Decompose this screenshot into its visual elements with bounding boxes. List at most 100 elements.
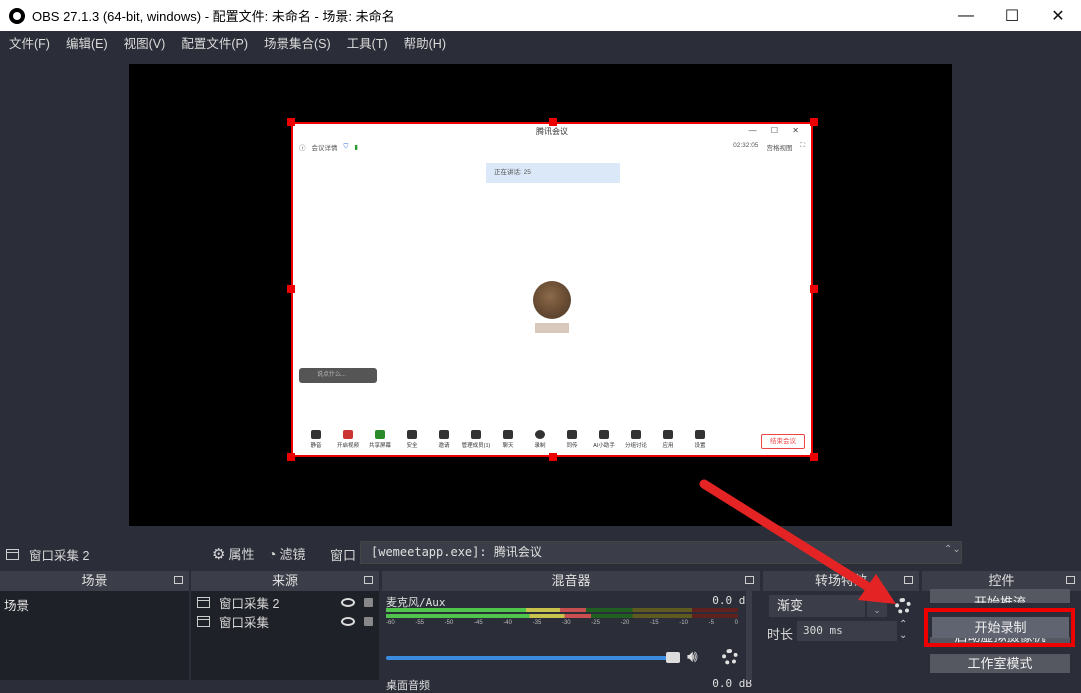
- breakout-tool: 分组讨论: [621, 430, 651, 449]
- apps-tool: 应用: [653, 430, 683, 449]
- speaker-icon[interactable]: 🔊︎: [687, 647, 698, 667]
- window-capture-icon: [197, 615, 210, 627]
- scenes-title: 场景: [81, 573, 108, 588]
- tick-label: -30: [561, 620, 571, 626]
- resize-handle[interactable]: [549, 453, 557, 461]
- mixer-scrollbar[interactable]: [746, 591, 752, 680]
- menu-view[interactable]: 视图(V): [124, 33, 166, 52]
- maximize-button[interactable]: ☐: [989, 0, 1035, 31]
- tool-label: 静音: [310, 443, 322, 449]
- duration-input[interactable]: 300 ms: [797, 621, 897, 641]
- visibility-eye-icon[interactable]: [341, 616, 355, 626]
- resize-handle[interactable]: [810, 118, 818, 126]
- mic-volume-slider[interactable]: [386, 656, 676, 660]
- tool-label: 录制: [534, 443, 546, 449]
- record-tool: 录制: [525, 430, 555, 449]
- duration-label: 时长: [767, 627, 794, 642]
- transition-select[interactable]: 渐变: [769, 595, 865, 617]
- meeting-window-title: 腾讯会议: [536, 127, 568, 136]
- resize-handle[interactable]: [287, 285, 295, 293]
- window-title: OBS 27.1.3 (64-bit, windows) - 配置文件: 未命名…: [32, 9, 395, 24]
- studio-mode-button[interactable]: 工作室模式: [930, 654, 1070, 673]
- dock-icon[interactable]: [904, 576, 913, 584]
- source-item[interactable]: 窗口采集: [197, 612, 377, 630]
- filter-icon: ◔: [268, 545, 277, 562]
- transitions-body: 渐变 ⌃ ⌄ 时长 300 ms ⌃ ⌄: [763, 591, 919, 680]
- dock-icon[interactable]: [364, 576, 373, 584]
- minimize-button[interactable]: —: [943, 0, 989, 31]
- source-item[interactable]: 窗口采集 2: [197, 593, 377, 611]
- mute-tool: 静音: [301, 430, 331, 449]
- dock-icon[interactable]: [1066, 576, 1075, 584]
- security-tool: 安全: [397, 430, 427, 449]
- tick-label: 0: [734, 620, 738, 626]
- chat-tool: 聊天: [493, 430, 523, 449]
- source-toolbar: 窗口采集 2 ⚙ 属性 ◔ 滤镜 窗口 [wemeetapp.exe]: 腾讯会…: [0, 538, 1081, 568]
- tool-label: 管理成员(1): [461, 443, 491, 449]
- meeting-top-right: 02:32:05 宫格视图 ⛶: [733, 142, 805, 152]
- mixer-header: 混音器: [382, 571, 760, 591]
- start-streaming-button[interactable]: 开始推流: [930, 589, 1070, 603]
- resize-handle[interactable]: [549, 118, 557, 126]
- scenes-header: 场景: [0, 571, 189, 591]
- sources-header: 来源: [191, 571, 379, 591]
- menu-tools[interactable]: 工具(T): [347, 33, 388, 52]
- obs-logo-icon: [9, 7, 25, 24]
- members-icon: [471, 430, 481, 439]
- captured-source-window[interactable]: 腾讯会议 — ☐ ✕ ⓘ 会议详情 ⛉ ▮ 02:32:05 宫格视图 ⛶ 正在…: [291, 122, 813, 457]
- dock-icon[interactable]: [745, 576, 754, 584]
- resize-handle[interactable]: [287, 453, 295, 461]
- gear-icon[interactable]: [722, 649, 738, 665]
- lock-icon[interactable]: [364, 616, 373, 626]
- title-bar: OBS 27.1.3 (64-bit, windows) - 配置文件: 未命名…: [0, 0, 1081, 31]
- duration-stepper-icon[interactable]: ⌃ ⌄: [899, 619, 907, 641]
- participant-avatar: [533, 281, 571, 319]
- record-icon: [535, 430, 545, 439]
- transition-select-arrows[interactable]: ⌃ ⌄: [867, 595, 887, 617]
- tool-label: 共享屏幕: [368, 443, 391, 449]
- dock-icon[interactable]: [174, 576, 183, 584]
- gear-icon[interactable]: [895, 598, 911, 614]
- ai-icon: [599, 430, 609, 439]
- resize-handle[interactable]: [810, 285, 818, 293]
- tick-label: -45: [473, 620, 483, 626]
- spin-arrows-icon[interactable]: ⌃⌄: [944, 544, 961, 555]
- mic-level-meter: [386, 608, 586, 612]
- window-label: 窗口: [330, 548, 357, 563]
- microphone-icon: [311, 430, 321, 439]
- shield-icon: [407, 430, 417, 439]
- scene-item[interactable]: 场景: [4, 595, 29, 614]
- window-select[interactable]: [wemeetapp.exe]: 腾讯会议: [360, 541, 962, 564]
- meeting-info-label: 会议详情: [311, 145, 338, 152]
- speaking-indicator: 正在讲话: 25: [486, 163, 620, 183]
- start-recording-button[interactable]: 开始录制: [932, 617, 1069, 638]
- menu-edit[interactable]: 编辑(E): [66, 33, 108, 52]
- mic-volume-knob[interactable]: [666, 652, 680, 663]
- close-button[interactable]: ✕: [1035, 0, 1081, 31]
- apps-icon: [663, 430, 673, 439]
- resize-handle[interactable]: [810, 453, 818, 461]
- menu-bar: 文件(F) 编辑(E) 视图(V) 配置文件(P) 场景集合(S) 工具(T) …: [0, 31, 1081, 54]
- tool-label: 开启视频: [336, 443, 359, 449]
- visibility-eye-icon[interactable]: [341, 597, 355, 607]
- lock-icon[interactable]: [364, 597, 373, 607]
- filters-button[interactable]: ◔ 滤镜: [268, 544, 305, 563]
- menu-help[interactable]: 帮助(H): [404, 33, 446, 52]
- transitions-panel: 转场特效 渐变 ⌃ ⌄ 时长 300 ms ⌃ ⌄: [763, 571, 919, 680]
- menu-scene-collection[interactable]: 场景集合(S): [264, 33, 331, 52]
- properties-button[interactable]: ⚙ 属性: [212, 544, 254, 563]
- mic-level-meter: [386, 614, 591, 618]
- meter-scale: -60 -55 -50 -45 -40 -35 -30 -25 -20 -15 …: [386, 620, 738, 626]
- tool-label: 聊天: [502, 443, 514, 449]
- menu-profile[interactable]: 配置文件(P): [181, 33, 248, 52]
- resize-handle[interactable]: [287, 118, 295, 126]
- meeting-info: ⓘ 会议详情 ⛉ ▮: [299, 142, 358, 152]
- menu-file[interactable]: 文件(F): [9, 33, 50, 52]
- meeting-window-controls: — ☐ ✕: [748, 126, 805, 135]
- invite-icon: [439, 430, 449, 439]
- meeting-toolbar: 静音 开启视频 共享屏幕 安全 邀请 管理成员(1) 聊天 录制 同传 AI小助…: [301, 430, 715, 449]
- preview-canvas[interactable]: 腾讯会议 — ☐ ✕ ⓘ 会议详情 ⛉ ▮ 02:32:05 宫格视图 ⛶ 正在…: [129, 64, 952, 526]
- share-tool: 共享屏幕: [365, 430, 395, 449]
- sources-panel: 来源 窗口采集 2 窗口采集: [191, 571, 379, 680]
- mixer-body: 麦克风/Aux 0.0 dB -60 -55 -50 -45 -40 -35 -…: [382, 591, 760, 692]
